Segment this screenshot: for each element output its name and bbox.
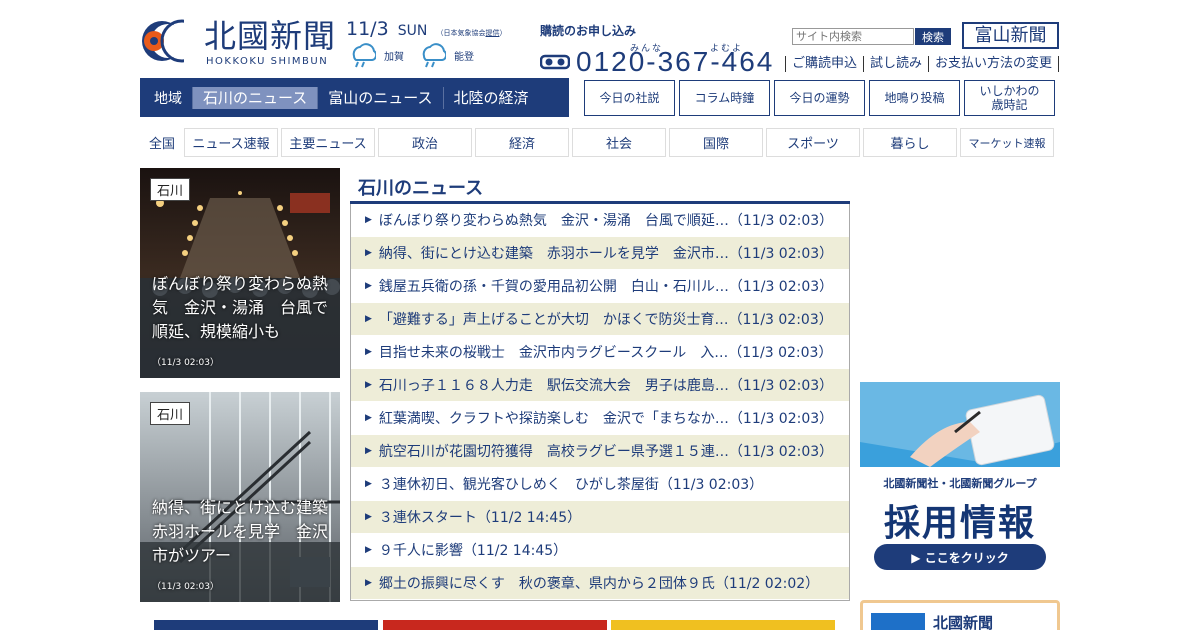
feature-timestamp: （11/3 02:03）	[152, 582, 220, 592]
newspaper-icon	[871, 613, 925, 630]
link-subscribe[interactable]: ご購読申込	[785, 56, 863, 72]
news-list: ▶ ぼんぼり祭り変わらぬ熱気 金沢・湯涌 台風で順延…（11/3 02:03） ▶…	[350, 204, 850, 601]
feature-buttons: 今日の社説 コラム時鐘 今日の運勢 地鳴り投稿 いしかわの 歳時記	[584, 80, 1055, 116]
date-block: 11/3 SUN （日本気象協会提供）	[346, 18, 506, 40]
reader-post-button[interactable]: 地鳴り投稿	[869, 80, 960, 116]
horoscope-button[interactable]: 今日の運勢	[774, 80, 865, 116]
weather-credit-link[interactable]: 提供	[485, 29, 499, 37]
editorial-button[interactable]: 今日の社説	[584, 80, 675, 116]
arrow-icon: ▶	[365, 248, 372, 258]
free-dial-icon	[540, 54, 570, 70]
news-item[interactable]: ▶ 郷土の振興に尽くす 秋の褒章、県内から２団体９氏（11/2 02:02）	[351, 567, 849, 600]
news-item[interactable]: ▶ ３連休初日、観光客ひしめく ひがし茶屋街（11/3 02:03）	[351, 468, 849, 501]
cat-market[interactable]: マーケット速報	[960, 128, 1054, 157]
recruit-ad-cta-button[interactable]: ▶ ここをクリック	[874, 544, 1046, 570]
news-item[interactable]: ▶ 紅葉満喫、クラフトや探訪楽しむ 金沢で「まちなか…（11/3 02:03）	[351, 402, 849, 435]
region-tag: 石川	[150, 402, 191, 425]
news-item[interactable]: ▶ 石川っ子１１６８人力走 駅伝交流大会 男子は鹿島…（11/3 02:03）	[351, 369, 849, 402]
day-of-week: SUN	[397, 23, 428, 39]
arrow-icon: ▶	[365, 479, 372, 489]
tab-ishikawa-news[interactable]: 石川のニュース	[192, 86, 318, 109]
phone-number: 0120-367-464	[576, 46, 775, 77]
cat-lifestyle[interactable]: 暮らし	[863, 128, 957, 157]
phone-number-row[interactable]: 0120-367-464	[540, 46, 774, 78]
site-header: 北國新聞 HOKKOKU SHIMBUN 11/3 SUN （日本気象協会提供）…	[140, 14, 1060, 77]
news-item[interactable]: ▶ ９千人に影響（11/2 14:45）	[351, 534, 849, 567]
column-button[interactable]: コラム時鐘	[679, 80, 770, 116]
bottom-banner[interactable]	[154, 620, 378, 630]
promo-title: 北國新聞	[933, 614, 994, 630]
news-box-title: 石川のニュース	[350, 170, 850, 204]
promo-box[interactable]: 北國新聞	[860, 600, 1060, 630]
recruit-ad-subtitle: 北國新聞社・北國新聞グループ	[883, 477, 1037, 490]
region-nav-label: 地域	[154, 90, 182, 107]
cat-sports[interactable]: スポーツ	[766, 128, 860, 157]
arrow-icon: ▶	[365, 281, 372, 291]
cat-society[interactable]: 社会	[572, 128, 666, 157]
link-trial[interactable]: 試し読み	[863, 56, 928, 72]
category-nav: 全国 ニュース速報 主要ニュース 政治 経済 社会 国際 スポーツ 暮らし マー…	[140, 128, 1057, 157]
site-logo[interactable]: 北國新聞 HOKKOKU SHIMBUN	[140, 16, 340, 67]
search-input[interactable]	[792, 28, 914, 45]
arrow-icon: ▶	[365, 545, 372, 555]
bottom-banner[interactable]	[383, 620, 607, 630]
cat-international[interactable]: 国際	[669, 128, 763, 157]
cat-economy[interactable]: 経済	[475, 128, 569, 157]
feature-caption: ぼんぼり祭り変わらぬ熱気 金沢・湯涌 台風で順延、規模縮小も	[152, 274, 329, 341]
cat-top-news[interactable]: 主要ニュース	[281, 128, 375, 157]
recruit-ad-title: 採用情報	[883, 503, 1036, 544]
news-item[interactable]: ▶ ぼんぼり祭り変わらぬ熱気 金沢・湯涌 台風で順延…（11/3 02:03）	[351, 204, 849, 237]
news-item[interactable]: ▶ 納得、街にとけ込む建築 赤羽ホールを見学 金沢市…（11/3 02:03）	[351, 237, 849, 270]
ishikawa-news-box: 石川のニュース ▶ ぼんぼり祭り変わらぬ熱気 金沢・湯涌 台風で順延…（11/3 …	[350, 170, 850, 601]
arrow-icon: ▶	[365, 512, 372, 522]
logo-name: 北國新聞	[204, 17, 337, 55]
region-tag: 石川	[150, 178, 191, 201]
bottom-banner[interactable]	[611, 620, 835, 630]
arrow-icon: ▶	[365, 347, 372, 357]
top-links: ご購読申込 試し読み お支払い方法の変更	[785, 56, 1060, 72]
arrow-icon: ▶	[365, 314, 372, 324]
toyama-shimbun-button[interactable]: 富山新聞	[962, 22, 1059, 49]
arrow-icon: ▶	[365, 578, 372, 588]
news-item[interactable]: ▶ 目指せ未来の桜戦士 金沢市内ラグビースクール 入…（11/3 02:03）	[351, 336, 849, 369]
feature-story[interactable]: 石川 ぼんぼり祭り変わらぬ熱気 金沢・湯涌 台風で順延、規模縮小も （11/3 …	[140, 168, 340, 378]
tab-toyama-news[interactable]: 富山のニュース	[317, 86, 442, 109]
link-payment[interactable]: お支払い方法の変更	[928, 56, 1060, 72]
weather-credit: （日本気象協会提供）	[436, 29, 507, 37]
arrow-icon: ▶	[365, 380, 372, 390]
news-item[interactable]: ▶ 銭屋五兵衛の孫・千賀の愛用品初公開 白山・石川ル…（11/3 02:03）	[351, 270, 849, 303]
search-button[interactable]: 検索	[915, 28, 951, 45]
site-search: 検索	[792, 28, 951, 45]
tab-hokuriku-economy[interactable]: 北陸の経済	[442, 86, 539, 109]
recruit-ad-banner[interactable]: 北國新聞社・北國新聞グループ 採用情報 ▶ ここをクリック	[860, 382, 1060, 582]
weather-place: 能登	[454, 51, 474, 63]
arrow-icon: ▶	[365, 215, 372, 225]
weather-noto[interactable]: 能登	[418, 42, 474, 68]
feature-caption: 納得、街にとけ込む建築 赤羽ホールを見学 金沢市がツアー	[152, 498, 340, 565]
feature-story[interactable]: 石川 納得、街にとけ込む建築 赤羽ホールを見学 金沢市がツアー （11/3 02…	[140, 392, 340, 602]
news-item[interactable]: ▶ 「避難する」声上げることが大切 かほくで防災士育…（11/3 02:03）	[351, 303, 849, 336]
cat-breaking-news[interactable]: ニュース速報	[184, 128, 278, 157]
feature-timestamp: （11/3 02:03）	[152, 358, 220, 368]
rain-icon	[422, 43, 446, 68]
logo-roman: HOKKOKU SHIMBUN	[206, 56, 329, 67]
news-item[interactable]: ▶ 航空石川が花園切符獲得 高校ラグビー県予選１５連…（11/3 02:03）	[351, 435, 849, 468]
seasonal-calendar-button[interactable]: いしかわの 歳時記	[964, 80, 1055, 116]
rain-icon	[352, 43, 376, 68]
subscribe-block[interactable]: 購読のお申し込み みんな よむよ 0120-367-464	[540, 22, 780, 77]
logo-mark-icon	[142, 18, 198, 64]
arrow-icon: ▶	[365, 413, 372, 423]
category-nav-label: 全国	[148, 137, 175, 152]
subscribe-label: 購読のお申し込み	[540, 24, 637, 38]
weather-kaga[interactable]: 加賀	[348, 42, 404, 68]
weather-place: 加賀	[384, 51, 404, 63]
region-nav: 地域 石川のニュース 富山のニュース 北陸の経済	[140, 78, 569, 117]
cat-politics[interactable]: 政治	[378, 128, 472, 157]
current-date: 11/3	[346, 18, 389, 40]
arrow-icon: ▶	[365, 446, 372, 456]
news-item[interactable]: ▶ ３連休スタート（11/2 14:45）	[351, 501, 849, 534]
